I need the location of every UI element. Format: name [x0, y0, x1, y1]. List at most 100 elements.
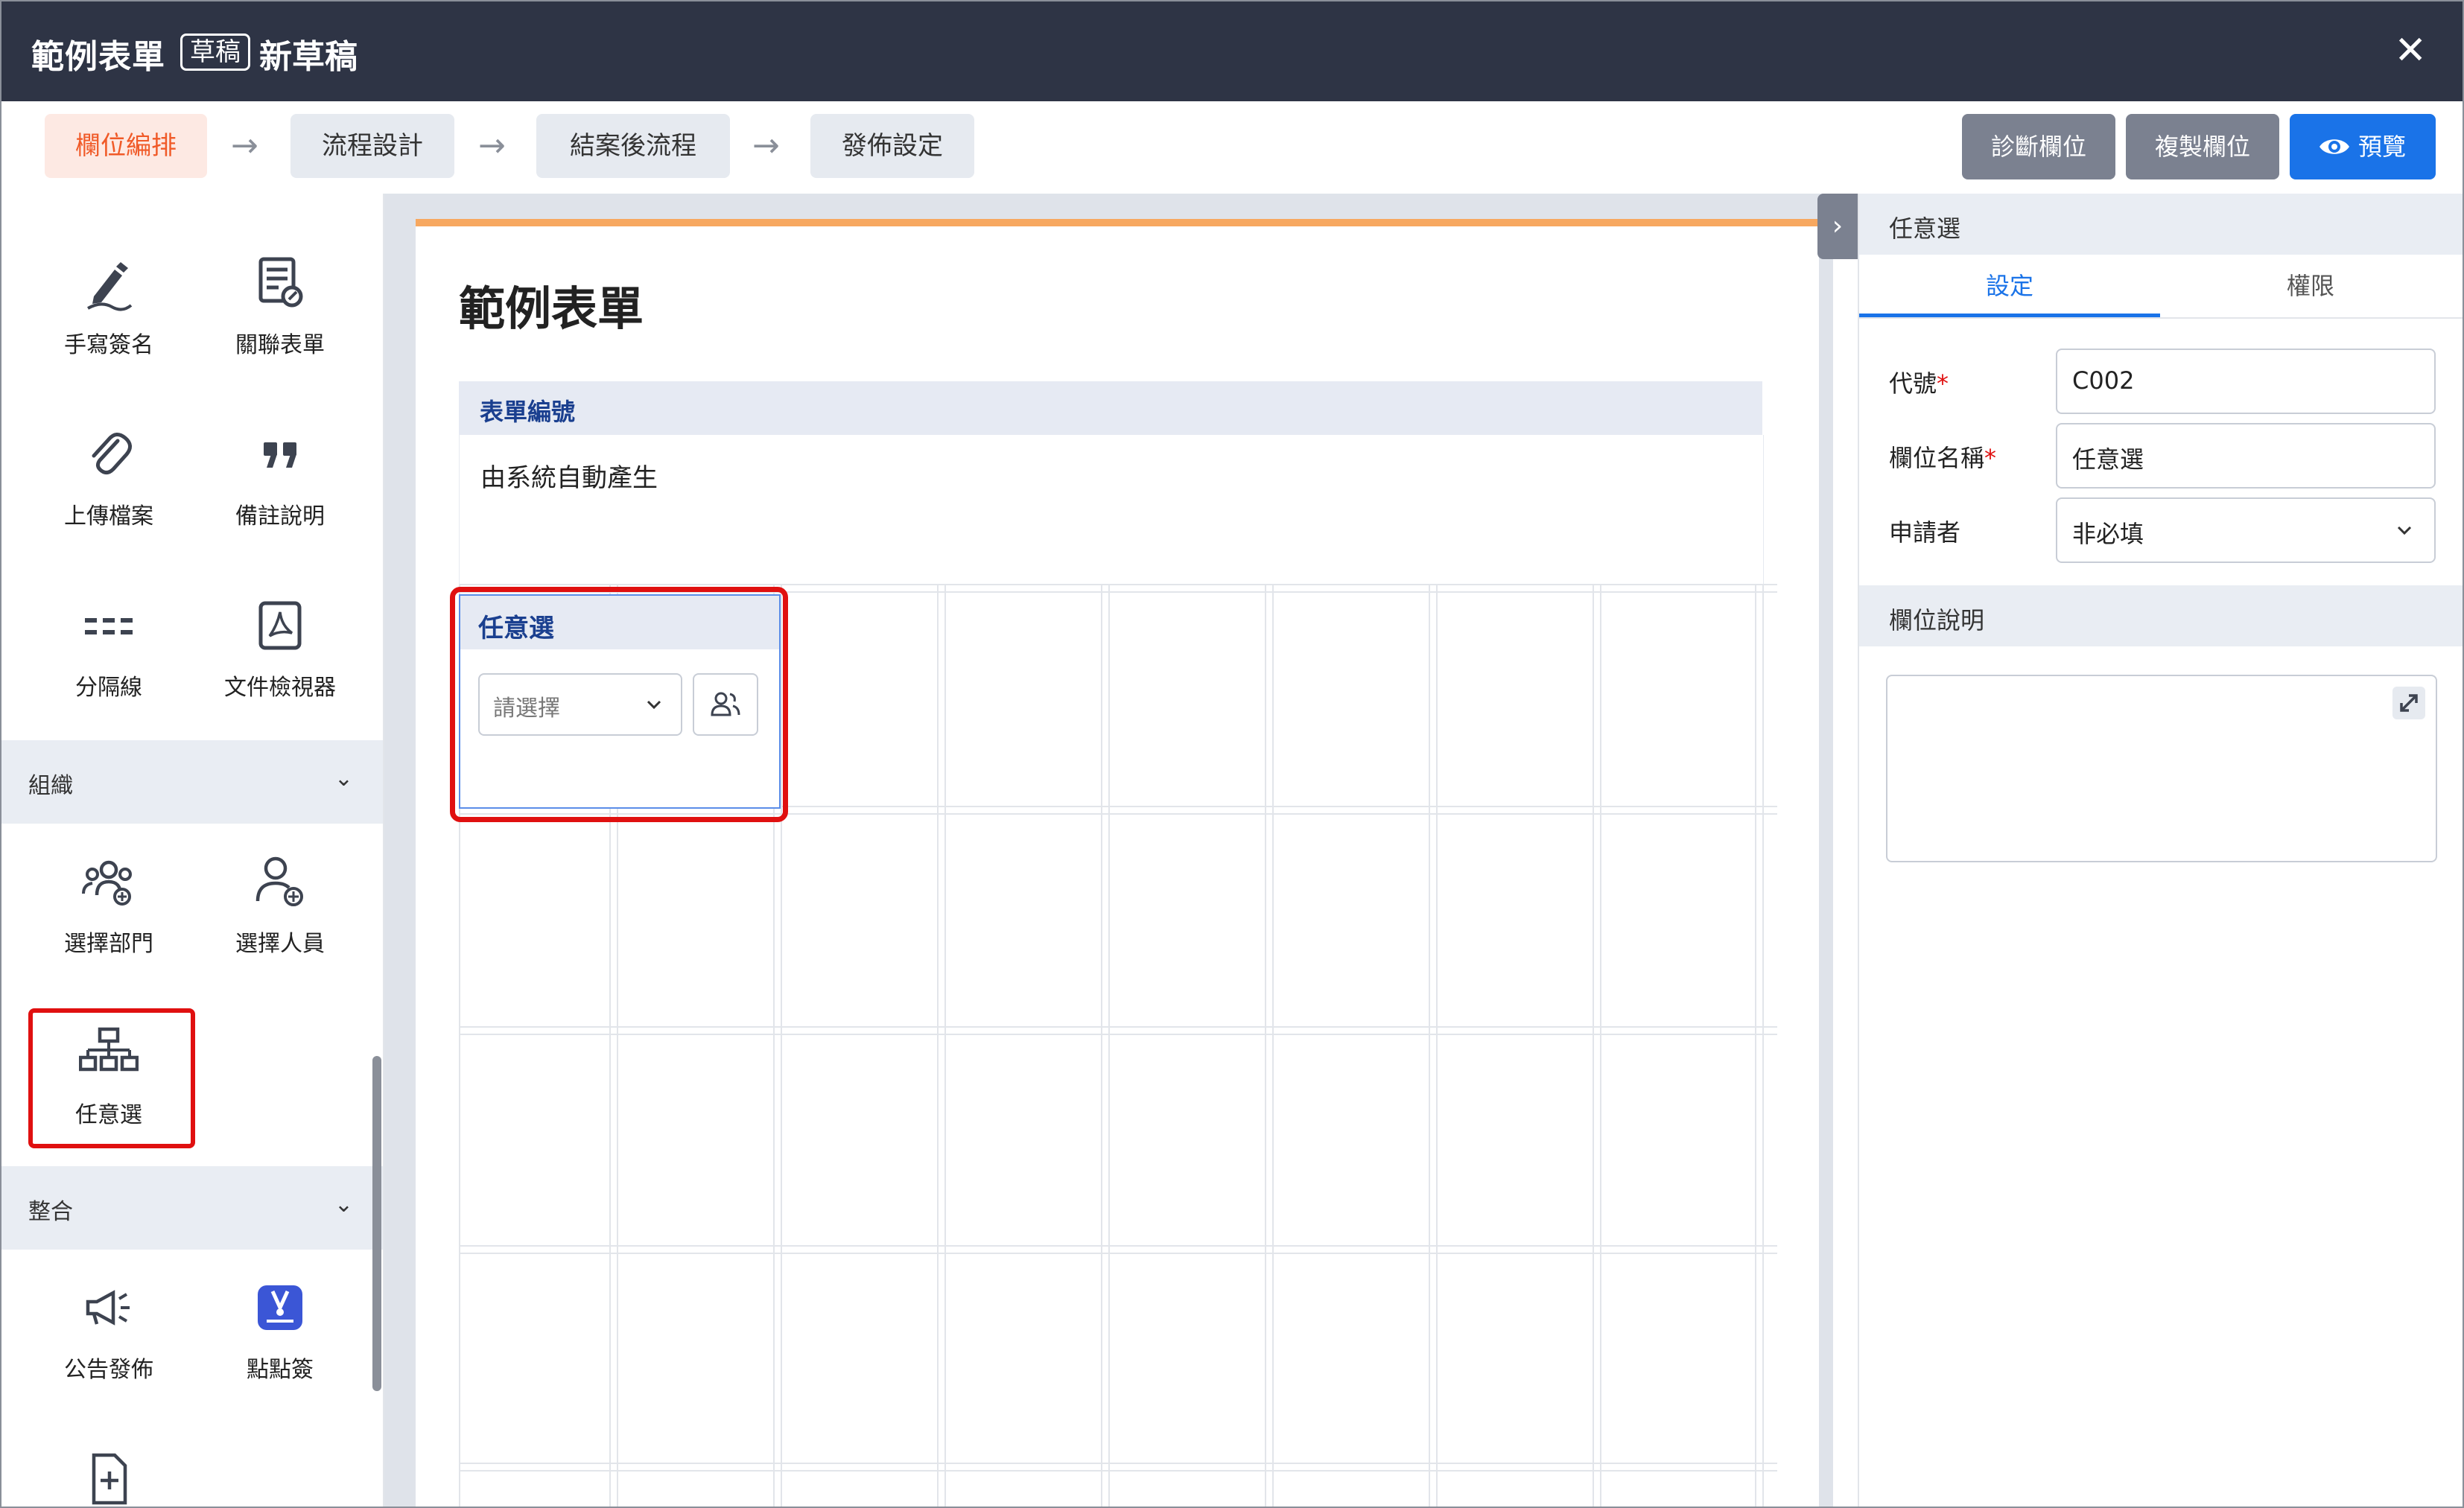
diagnose-fields-button[interactable]: 診斷欄位 [1962, 114, 2115, 179]
applicant-select[interactable]: 非必填 [2056, 497, 2436, 563]
tool-announcement[interactable]: 公告發佈 [27, 1263, 191, 1412]
arrow-right-icon: → [231, 127, 258, 165]
megaphone-icon [86, 1290, 130, 1326]
quote-icon [264, 442, 296, 468]
form-number-body: 由系統自動產生 [459, 435, 1764, 585]
tool-label: 點點簽 [247, 1357, 314, 1383]
pen-signature-icon [87, 262, 133, 311]
preview-label: 預覽 [2358, 133, 2407, 161]
step-field-layout[interactable]: 欄位編排 [45, 114, 207, 178]
field-name-input[interactable]: 任意選 [2056, 423, 2436, 489]
tab-settings[interactable]: 設定 [1859, 255, 2160, 317]
grid-line [459, 1470, 1777, 1472]
tab-permissions[interactable]: 權限 [2160, 255, 2461, 317]
person-add-icon [255, 856, 303, 906]
file-add-icon [92, 1453, 127, 1505]
tool-divider[interactable]: 分隔線 [27, 581, 191, 730]
grid-line [1272, 584, 1274, 1507]
tool-label: 備註說明 [235, 503, 325, 529]
tool-document-viewer[interactable]: 文件檢視器 [198, 581, 362, 730]
code-value: C002 [2072, 366, 2135, 395]
tool-label: 選擇部門 [64, 931, 153, 957]
divider-icon [85, 618, 133, 634]
highlight-box [28, 1008, 195, 1148]
code-label: 代號* [1889, 365, 1949, 399]
tool-remark[interactable]: 備註說明 [198, 410, 362, 559]
window-subtitle: 新草稿 [259, 38, 358, 76]
grid-line [937, 584, 939, 1507]
arrow-right-icon: → [752, 127, 780, 165]
field-description-textarea[interactable] [1886, 675, 2437, 862]
section-integration[interactable]: 整合 ⌄ [1, 1166, 383, 1250]
tool-label: 上傳檔案 [64, 503, 153, 529]
tool-dot-sign[interactable]: 點點簽 [198, 1263, 362, 1412]
section-label: 欄位說明 [1889, 606, 1985, 634]
expand-icon[interactable] [2392, 687, 2425, 719]
linked-form-icon [258, 257, 303, 308]
step-post-close-flow[interactable]: 結案後流程 [536, 114, 730, 178]
sidebar-scrollbar[interactable] [372, 1056, 381, 1391]
grid-line [459, 1034, 1777, 1035]
field-name-label: 欄位名稱* [1889, 439, 1996, 474]
chevron-down-icon: ⌄ [334, 1192, 353, 1218]
step-toolbar: 欄位編排 → 流程設計 → 結案後流程 → 發佈設定 診斷欄位 複製欄位 預覽 [1, 101, 2463, 195]
chevron-down-icon: ⌄ [334, 766, 353, 792]
tool-label: 公告發佈 [64, 1357, 153, 1383]
form-title[interactable]: 範例表單 [459, 271, 644, 338]
required-mark: * [1984, 444, 1997, 472]
arrow-right-icon: → [478, 127, 506, 165]
form-number-header[interactable]: 表單編號 [459, 381, 1762, 435]
tool-label: 分隔線 [75, 675, 142, 701]
copy-field-button[interactable]: 複製欄位 [2126, 114, 2279, 179]
grid-line [459, 1245, 1777, 1247]
step-publish-settings[interactable]: 發佈設定 [810, 114, 974, 178]
tool-label: 關聯表單 [235, 332, 325, 358]
grid-line [1755, 584, 1756, 1507]
grid-line [1429, 584, 1430, 1507]
step-flow-design[interactable]: 流程設計 [290, 114, 454, 178]
preview-button[interactable]: 預覽 [2290, 114, 2436, 179]
tool-select-person[interactable]: 選擇人員 [198, 837, 362, 986]
app-logo-icon [258, 1285, 302, 1330]
expand-arrows-icon [2400, 694, 2418, 712]
paperclip-icon [92, 433, 132, 475]
code-field[interactable]: C002 [2056, 349, 2436, 414]
tool-select-department[interactable]: 選擇部門 [27, 837, 191, 986]
grid-line [1762, 584, 1764, 1507]
tabs-divider [1859, 317, 2463, 319]
tool-upload-file[interactable]: 上傳檔案 [27, 410, 191, 559]
pdf-viewer-icon [258, 601, 302, 650]
close-button[interactable]: ✕ [2394, 28, 2427, 73]
applicant-value: 非必填 [2072, 520, 2144, 548]
section-label: 組織 [28, 773, 73, 799]
tool-handwritten-signature[interactable]: 手寫簽名 [27, 238, 191, 387]
grid-line [459, 1463, 1777, 1464]
grid-line [459, 1026, 1777, 1028]
draft-badge: 草稿 [180, 34, 250, 71]
grid-line [1593, 584, 1594, 1507]
property-panel: 任意選 設定 權限 代號* C002 欄位名稱* 任意選 申請者 非必填 欄位說… [1858, 194, 2463, 1507]
grid-line [944, 584, 946, 1507]
tool-linked-form[interactable]: 關聯表單 [198, 238, 362, 387]
field-name-value: 任意選 [2072, 445, 2144, 474]
collapse-panel-button[interactable]: › [1817, 194, 1858, 259]
field-name-label-text: 欄位名稱 [1889, 444, 1985, 472]
tool-more[interactable] [27, 1434, 191, 1507]
code-label-text: 代號 [1889, 369, 1937, 398]
section-label: 整合 [28, 1199, 73, 1225]
window-title: 範例表單 [31, 38, 165, 76]
grid-line [1265, 584, 1266, 1507]
tool-label: 選擇人員 [235, 931, 325, 957]
grid-line [459, 584, 1777, 585]
grid-line [1600, 584, 1601, 1507]
app-frame: 範例表單 草稿 新草稿 ✕ 欄位編排 → 流程設計 → 結案後流程 → 發佈設定… [0, 0, 2464, 1508]
grid-line [1108, 584, 1110, 1507]
form-accent-bar [416, 219, 1819, 226]
form-number-label: 表單編號 [480, 398, 576, 426]
applicant-label: 申請者 [1889, 518, 1961, 547]
panel-header: 任意選 [1859, 194, 2463, 255]
grid-line [459, 1253, 1777, 1254]
tool-label: 手寫簽名 [64, 332, 153, 358]
field-palette-sidebar: 手寫簽名 關聯表單 上傳檔案 備註說明 分隔線 文件檢視器 組織 ⌄ 選擇部門 … [1, 194, 384, 1507]
section-organization[interactable]: 組織 ⌄ [1, 740, 383, 824]
